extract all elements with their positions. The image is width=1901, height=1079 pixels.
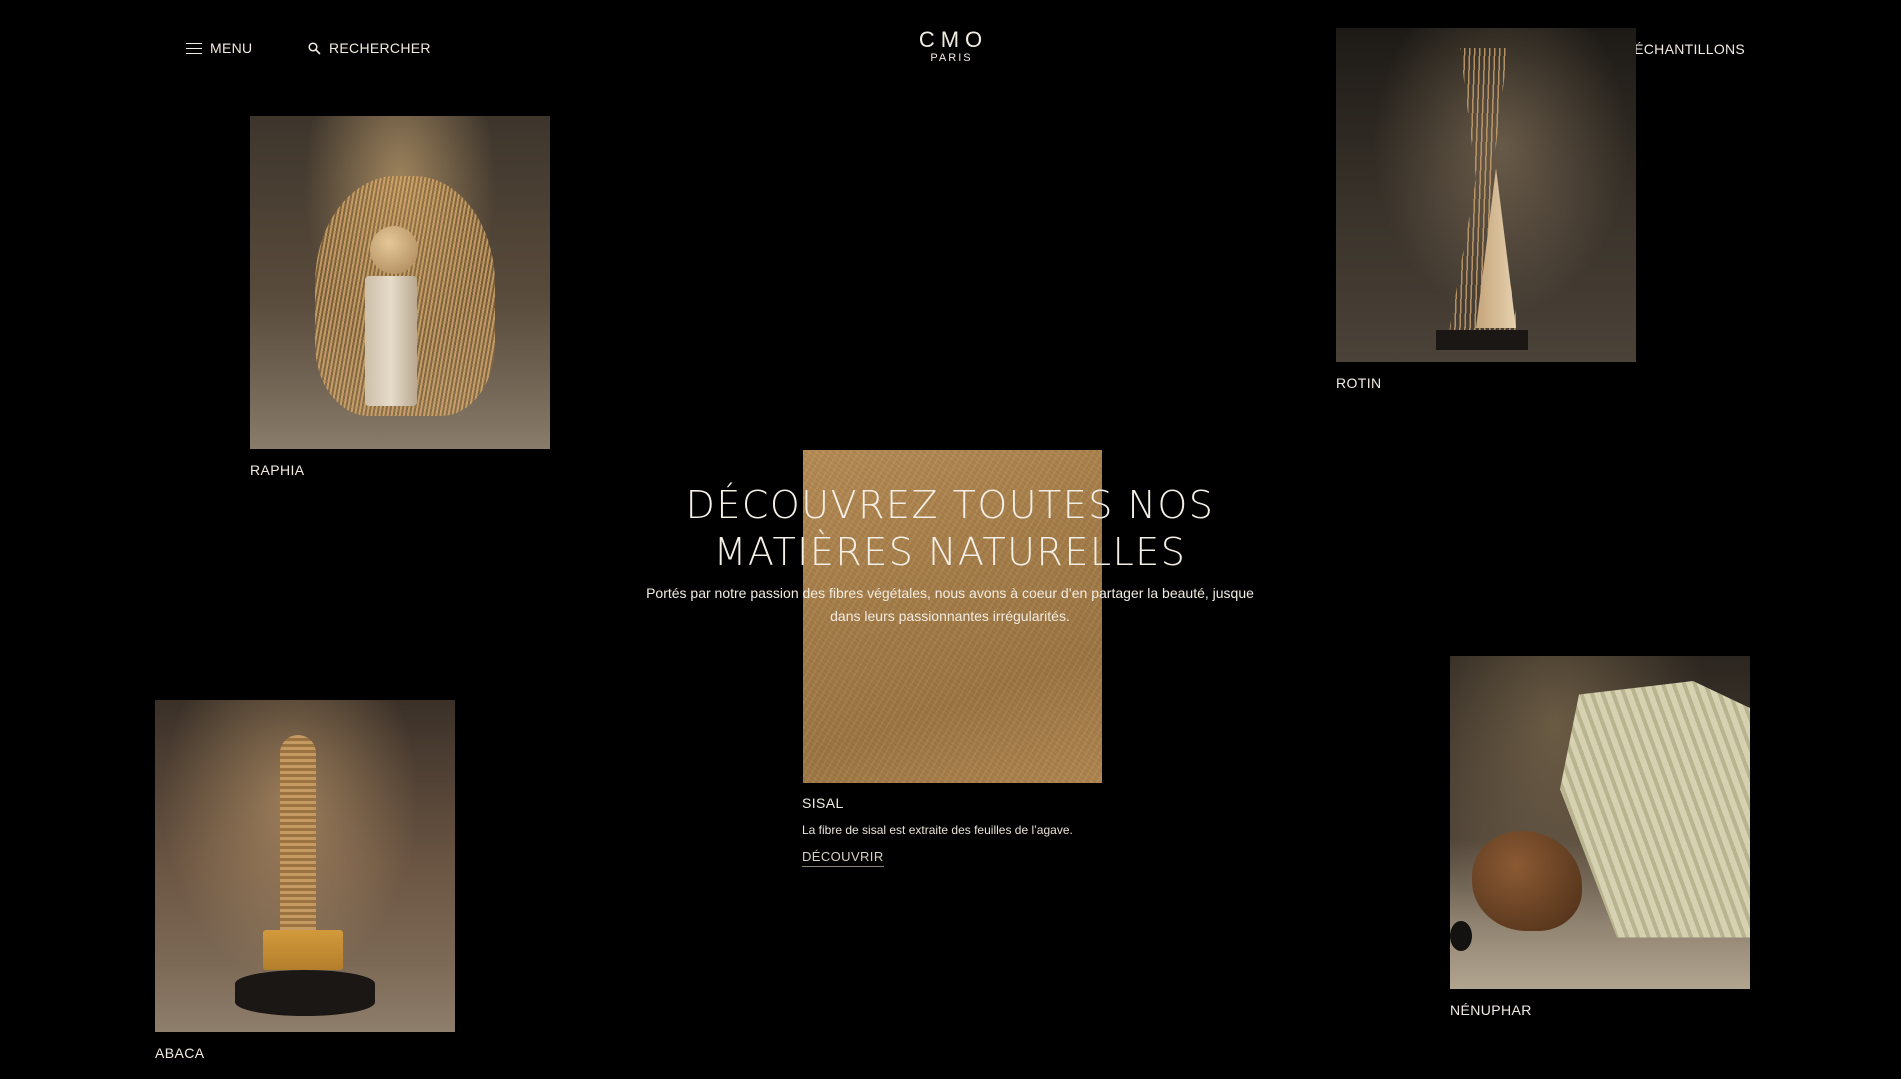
search-label: RECHERCHER xyxy=(329,40,431,56)
raphia-label[interactable]: RAPHIA xyxy=(250,462,305,478)
search-icon xyxy=(308,41,321,55)
sisal-description: La fibre de sisal est extraite des feuil… xyxy=(802,823,1073,837)
search-button[interactable]: RECHERCHER xyxy=(308,40,431,56)
hero-title: DÉCOUVREZ TOUTES NOS MATIÈRES NATURELLES xyxy=(600,482,1300,576)
sisal-caption: SISAL La fibre de sisal est extraite des… xyxy=(802,795,1122,867)
hero-subtitle-line1: Portés par notre passion des fibres végé… xyxy=(646,585,1254,601)
nenuphar-image[interactable] xyxy=(1450,656,1750,989)
page: MENU RECHERCHER CMO PARIS DEMANDE D’ÉCHA… xyxy=(0,0,1901,1079)
logo-main: CMO xyxy=(918,27,989,52)
logo[interactable]: CMO PARIS xyxy=(913,27,989,65)
hero-subtitle: Portés par notre passion des fibres végé… xyxy=(600,582,1300,628)
hero: DÉCOUVREZ TOUTES NOS MATIÈRES NATURELLES… xyxy=(600,482,1300,628)
nenuphar-label[interactable]: NÉNUPHAR xyxy=(1450,1002,1532,1018)
sisal-label[interactable]: SISAL xyxy=(802,795,1122,811)
raphia-image[interactable] xyxy=(250,116,550,449)
hero-subtitle-line2: dans leurs passionnantes irrégularités. xyxy=(830,608,1070,624)
rotin-image[interactable] xyxy=(1336,28,1636,362)
hero-title-line2: MATIÈRES NATURELLES xyxy=(713,530,1187,574)
menu-button[interactable]: MENU xyxy=(186,40,252,56)
abaca-image[interactable] xyxy=(155,700,455,1032)
hamburger-icon xyxy=(186,42,202,55)
rotin-label[interactable]: ROTIN xyxy=(1336,375,1382,391)
menu-label: MENU xyxy=(210,40,253,56)
logo-sub: PARIS xyxy=(930,52,973,64)
discover-link[interactable]: DÉCOUVRIR xyxy=(802,849,884,867)
hero-title-line1: DÉCOUVREZ TOUTES NOS xyxy=(685,483,1215,527)
abaca-label[interactable]: ABACA xyxy=(155,1045,204,1061)
